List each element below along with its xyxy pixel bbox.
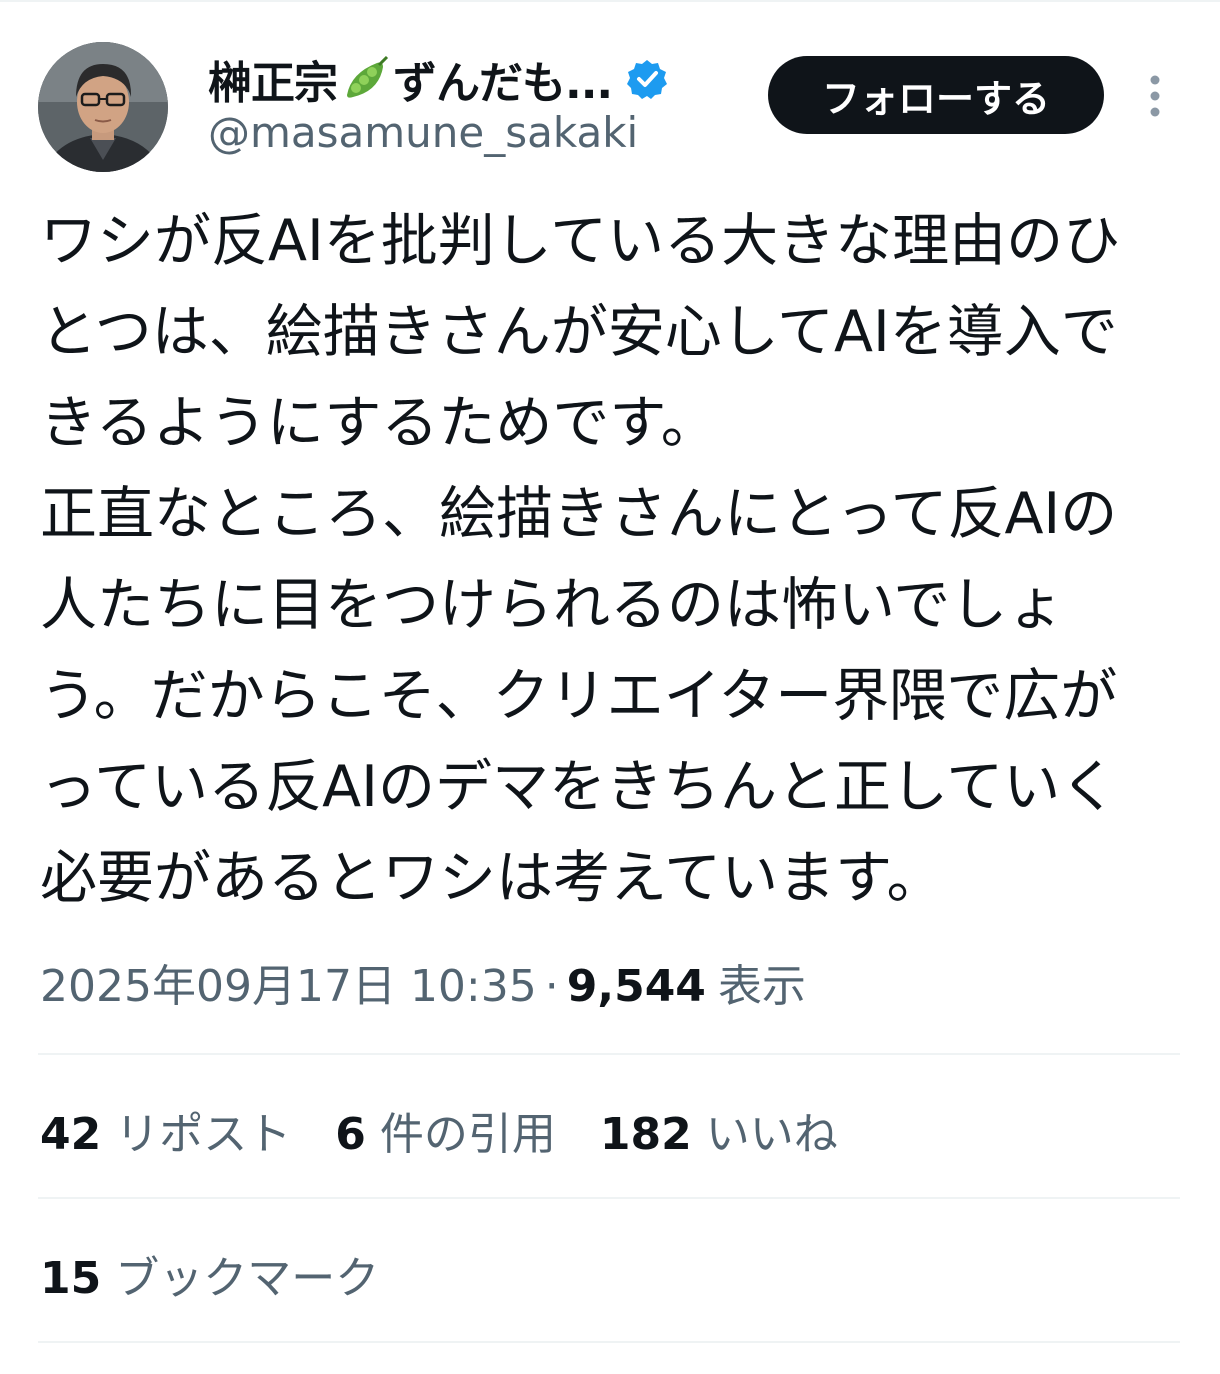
tweet-text-line: 必要があるとワシは考えています。 (40, 845, 944, 911)
divider (38, 1053, 1180, 1055)
author-display-name[interactable]: 榊正宗 (208, 47, 338, 111)
follow-button[interactable]: フォローする (768, 56, 1104, 134)
avatar-photo (38, 42, 168, 172)
bookmarks-count: 15 (40, 1253, 102, 1304)
author-display-name-suffix[interactable]: ずんだも... (393, 47, 613, 111)
tweet-text-line: ワシが反AIを批判している大きな理由のひ (40, 208, 1121, 274)
likes-count: 182 (599, 1109, 692, 1160)
likes-label: いいね (705, 1109, 838, 1160)
author-handle[interactable]: @masamune_sakaki (208, 108, 638, 157)
tweet-text-line: っている反AIのデマをきちんと正していく (40, 754, 1118, 820)
quotes-label: 件の引用 (379, 1109, 556, 1160)
tweet-text-line: きるようにするためです。 (40, 390, 718, 456)
tweet-timestamp[interactable]: 2025年09月17日 10:35 (40, 950, 537, 1014)
quotes-stat[interactable]: 6 件の引用 (335, 1098, 556, 1162)
tweet-text: ワシが反AIを批判している大きな理由のひ とつは、絵描きさんが安心してAIを導入… (40, 196, 1190, 924)
pea-pod-icon (341, 55, 389, 103)
meta-separator: · (544, 961, 559, 1012)
tweet-text-line: う。だからこそ、クリエイター界隈で広が (40, 663, 1118, 729)
author-name-row[interactable]: 榊正宗 ずんだも... (208, 52, 668, 109)
reposts-stat[interactable]: 42 リポスト (40, 1098, 291, 1162)
views-label: 表示 (717, 961, 806, 1012)
engagement-stats: 42 リポスト 6 件の引用 182 いいね (40, 1098, 882, 1162)
likes-stat[interactable]: 182 いいね (600, 1098, 838, 1162)
bookmarks-stat[interactable]: 15 ブックマーク (40, 1242, 379, 1306)
views-count: 9,544 (566, 961, 706, 1012)
more-vertical-icon[interactable] (1140, 72, 1170, 120)
quotes-count: 6 (335, 1109, 366, 1160)
verified-badge-icon[interactable] (626, 58, 668, 100)
tweet-text-line: 人たちに目をつけられるのは怖いでしょ (40, 572, 1065, 638)
tweet-meta: 2025年09月17日 10:35 · 9,544 表示 (40, 950, 806, 1014)
top-divider (0, 0, 1220, 2)
divider (38, 1197, 1180, 1199)
author-avatar[interactable] (38, 42, 168, 172)
bookmarks-label: ブックマーク (115, 1253, 380, 1304)
reposts-count: 42 (40, 1109, 102, 1160)
tweet-text-line: とつは、絵描きさんが安心してAIを導入で (40, 299, 1118, 365)
reposts-label: リポスト (115, 1109, 292, 1160)
tweet-text-line: 正直なところ、絵描きさんにとって反AIの (40, 481, 1118, 547)
divider (38, 1341, 1180, 1343)
